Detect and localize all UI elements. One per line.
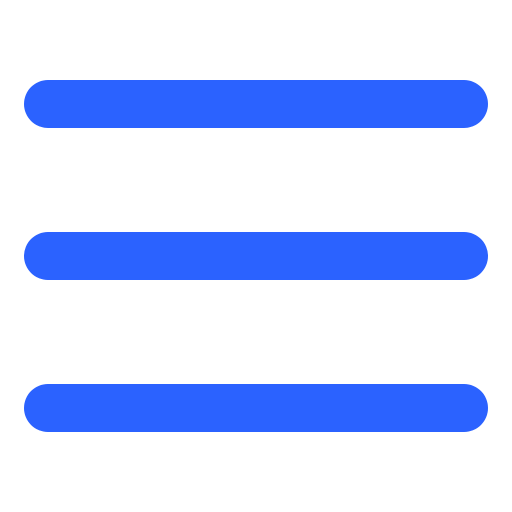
menu-bar-bottom bbox=[24, 384, 488, 432]
hamburger-menu-icon[interactable] bbox=[0, 0, 512, 512]
menu-bar-middle bbox=[24, 232, 488, 280]
icon-canvas bbox=[0, 0, 512, 512]
menu-bar-top bbox=[24, 80, 488, 128]
